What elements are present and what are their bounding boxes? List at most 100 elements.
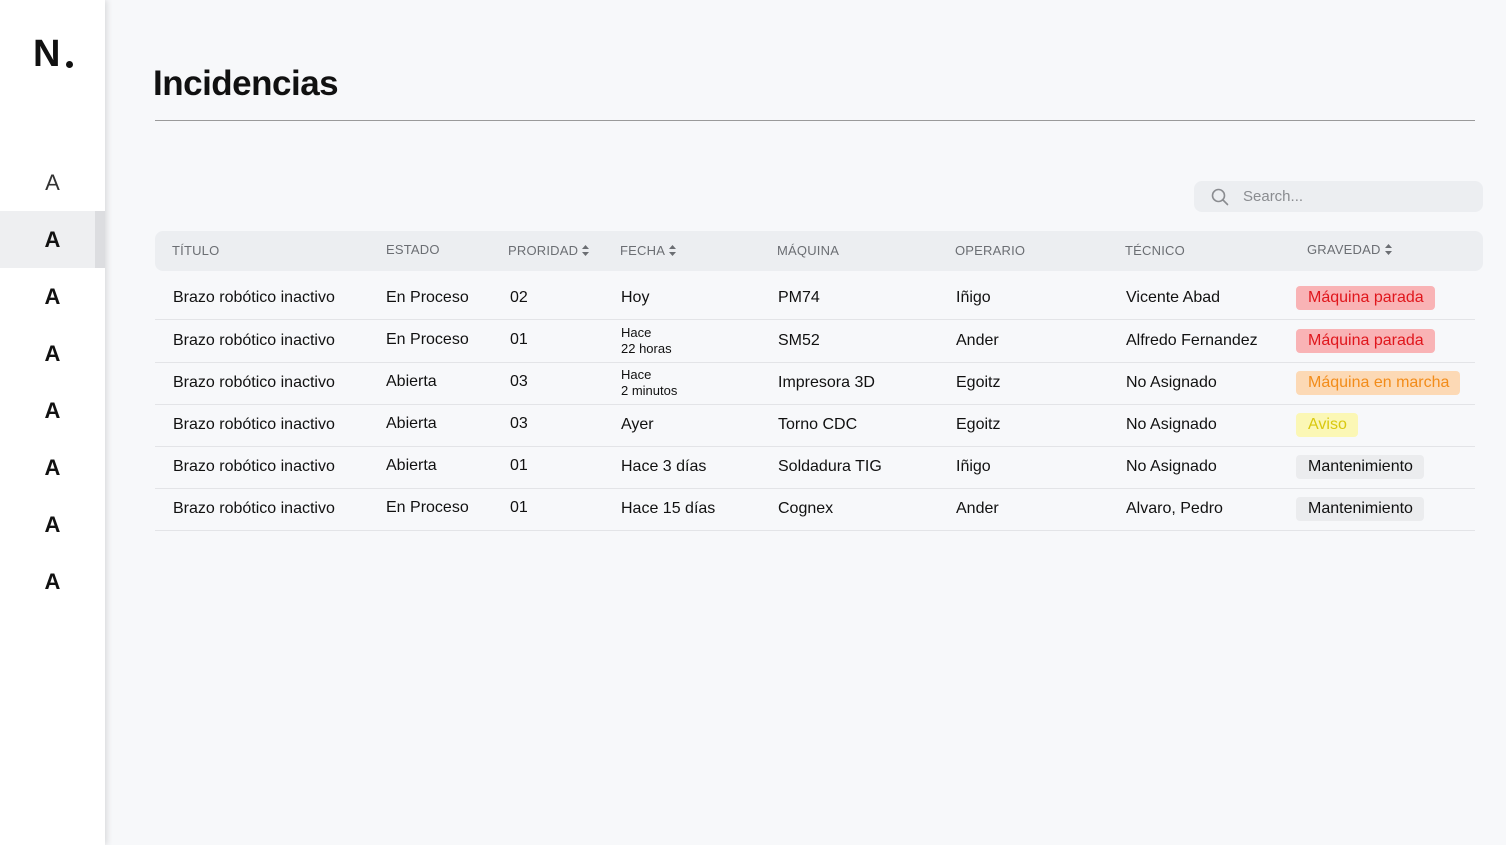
logo-dot [66,61,73,68]
sidebar-item-label: A [44,226,61,252]
cell-gravedad: Máquina parada [1296,320,1435,362]
table-row[interactable]: Brazo robótico inactivo En Proceso 01 Ha… [155,488,1475,531]
cell-operario: Iñigo [956,289,991,306]
column-header-titulo[interactable]: TÍTULO [172,243,219,258]
cell-prioridad: 03 [510,373,528,390]
severity-badge: Mantenimiento [1296,455,1424,479]
severity-badge: Máquina parada [1296,286,1435,310]
cell-fecha-line2: 2 minutos [621,383,678,398]
severity-badge: Máquina en marcha [1296,371,1461,395]
search-icon [1211,188,1229,206]
table-row[interactable]: Brazo robótico inactivo En Proceso 01 Ha… [155,320,1475,363]
cell-prioridad: 02 [510,289,528,306]
table-header: TÍTULO ESTADO PRORIDAD FECHA MÁQUINA OPE… [155,231,1483,271]
cell-fecha: Hace 2 minutos [621,362,677,404]
cell-maquina: SM52 [778,332,820,349]
cell-prioridad: 01 [510,457,528,474]
table-row[interactable]: Brazo robótico inactivo Abierta 03 Ayer … [155,404,1475,447]
sidebar-item-7[interactable]: A [0,496,105,553]
table-row[interactable]: Brazo robótico inactivo En Proceso 02 Ho… [155,277,1475,320]
sort-icon[interactable] [582,245,590,256]
sidebar-item-8[interactable]: A [0,553,105,610]
sort-icon[interactable] [1384,244,1392,255]
cell-operario: Egoitz [956,416,1001,433]
column-header-fecha[interactable]: FECHA [620,243,677,258]
sidebar-item-label: A [44,283,61,309]
severity-badge: Máquina parada [1296,329,1435,353]
cell-maquina: Cognex [778,500,834,517]
column-header-label: OPERARIO [955,243,1026,258]
cell-tecnico: No Asignado [1126,458,1217,475]
cell-tecnico: No Asignado [1126,416,1217,433]
cell-prioridad: 03 [510,415,528,432]
cell-maquina: PM74 [778,289,820,306]
cell-estado: En Proceso [386,499,469,516]
cell-fecha: Ayer [621,416,654,433]
sidebar-item-label: A [44,454,61,480]
sidebar-item-3[interactable]: A [0,268,105,325]
column-header-operario[interactable]: OPERARIO [955,243,1025,258]
cell-operario: Egoitz [956,374,1001,391]
cell-prioridad: 01 [510,499,528,516]
sidebar: N A A A A A A A A [0,0,105,845]
column-header-estado[interactable]: ESTADO [386,242,440,257]
cell-gravedad: Aviso [1296,404,1358,446]
cell-maquina: Soldadura TIG [778,458,882,475]
title-divider [155,120,1475,121]
column-header-gravedad[interactable]: GRAVEDAD [1307,242,1392,257]
cell-estado: En Proceso [386,331,469,348]
cell-estado: En Proceso [386,289,469,306]
column-header-tecnico[interactable]: TÉCNICO [1125,243,1185,258]
column-header-label: PRORIDAD [508,243,579,258]
column-header-label: ESTADO [386,242,440,257]
sidebar-item-6[interactable]: A [0,439,105,496]
sidebar-item-5[interactable]: A [0,382,105,439]
cell-fecha-line2: 22 horas [621,341,672,356]
cell-titulo: Brazo robótico inactivo [173,289,335,306]
cell-fecha: Hoy [621,289,650,306]
cell-fecha-line1: Hace [621,367,652,382]
sidebar-item-label: A [45,169,60,195]
cell-titulo: Brazo robótico inactivo [173,374,335,391]
cell-tecnico: No Asignado [1126,374,1217,391]
cell-operario: Ander [956,500,999,517]
logo-text: N [33,33,60,75]
sidebar-item-2[interactable]: A [0,211,105,268]
app-logo[interactable]: N [33,32,60,76]
sidebar-item-1[interactable]: A [0,154,105,211]
cell-titulo: Brazo robótico inactivo [173,458,335,475]
search-box[interactable] [1194,181,1483,212]
cell-maquina: Torno CDC [778,416,858,433]
column-header-label: GRAVEDAD [1307,242,1381,257]
cell-gravedad: Mantenimiento [1296,446,1424,488]
cell-gravedad: Máquina en marcha [1296,362,1461,404]
column-header-label: MÁQUINA [777,243,840,258]
cell-fecha: Hace 15 días [621,500,716,517]
cell-gravedad: Máquina parada [1296,277,1435,319]
cell-titulo: Brazo robótico inactivo [173,416,335,433]
search-input[interactable] [1243,188,1463,205]
page-title: Incidencias [153,64,339,103]
sidebar-item-label: A [44,340,61,366]
column-header-maquina[interactable]: MÁQUINA [777,243,839,258]
cell-prioridad: 01 [510,331,528,348]
cell-titulo: Brazo robótico inactivo [173,332,335,349]
cell-fecha: Hace 22 horas [621,320,672,362]
sidebar-item-label: A [44,511,61,537]
table-row[interactable]: Brazo robótico inactivo Abierta 03 Hace … [155,362,1475,405]
cell-fecha: Hace 3 días [621,458,707,475]
cell-gravedad: Mantenimiento [1296,488,1424,530]
sidebar-item-label: A [44,568,61,594]
sort-icon[interactable] [669,245,677,256]
cell-tecnico: Alvaro, Pedro [1126,500,1223,517]
cell-maquina: Impresora 3D [778,374,875,391]
severity-badge: Mantenimiento [1296,497,1424,521]
cell-fecha-line1: Hace [621,325,652,340]
table-row[interactable]: Brazo robótico inactivo Abierta 01 Hace … [155,446,1475,489]
column-header-label: TÉCNICO [1125,243,1185,258]
severity-badge: Aviso [1296,413,1358,437]
column-header-label: FECHA [620,243,666,258]
sidebar-item-4[interactable]: A [0,325,105,382]
sidebar-item-label: A [44,397,61,423]
column-header-prioridad[interactable]: PRORIDAD [508,243,590,258]
